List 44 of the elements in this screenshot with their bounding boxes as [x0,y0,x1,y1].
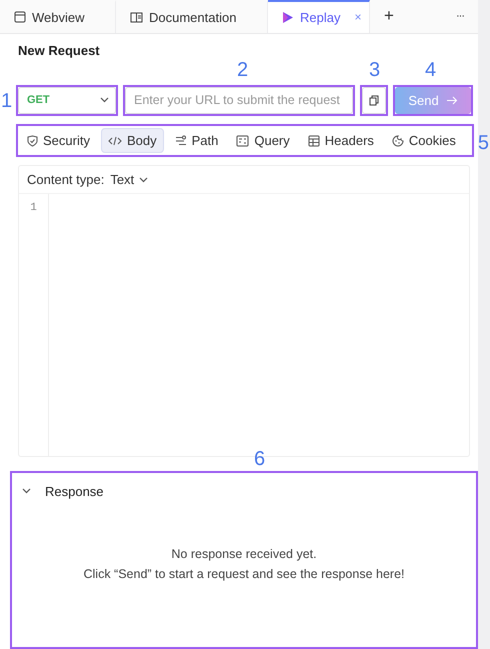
chevron-down-icon [139,176,148,183]
more-button[interactable]: ··· [442,0,478,33]
section-tab[interactable]: Cookies [384,128,463,154]
line-number: 1 [30,202,37,214]
path-icon [174,134,187,147]
collapse-toggle[interactable] [22,488,31,494]
copy-button[interactable] [362,86,386,114]
section-tab[interactable]: Query [229,128,297,154]
annotation-number: 1 [1,90,12,111]
tab-label: Replay [300,10,340,25]
annotation-number: 3 [369,60,380,80]
annotation-number: 5 [478,133,489,154]
add-tab-button[interactable]: + [370,0,408,33]
content-type-label: Content type: [27,172,104,188]
method-label: GET [27,94,50,106]
url-field[interactable]: Enter your URL to submit the request [125,86,353,114]
code-icon [108,136,122,146]
annotation-number: 6 [254,448,266,469]
section-tab[interactable]: Security [20,128,97,154]
annotation-number: 4 [425,60,436,80]
response-title: Response [45,484,104,499]
copy-icon [368,94,380,106]
section-tab[interactable]: Headers [300,128,381,154]
play-logo-icon [282,10,294,24]
tab[interactable]: Replay × [268,0,370,33]
annotation-number: 2 [237,60,248,80]
window-icon [14,11,26,24]
arrow-right-icon [446,96,458,105]
empty-message: Click “Send” to start a request and see the response here! [83,566,404,581]
section-tab[interactable]: Body [100,128,164,154]
table-icon [308,134,320,147]
tab-label: Webview [32,10,85,25]
chevron-down-icon [22,488,31,494]
empty-message: No response received yet. [171,546,317,561]
section-tab[interactable]: Path [168,128,226,154]
book-icon [130,12,143,23]
query-icon [236,134,250,147]
tab[interactable]: Webview [0,0,116,33]
cookie-icon [392,134,404,147]
shield-icon [27,134,38,147]
content-type-select[interactable]: Text [110,172,148,188]
tab-label: Documentation [149,10,236,25]
chevron-down-icon [100,97,109,104]
request-title: New Request [18,42,101,59]
